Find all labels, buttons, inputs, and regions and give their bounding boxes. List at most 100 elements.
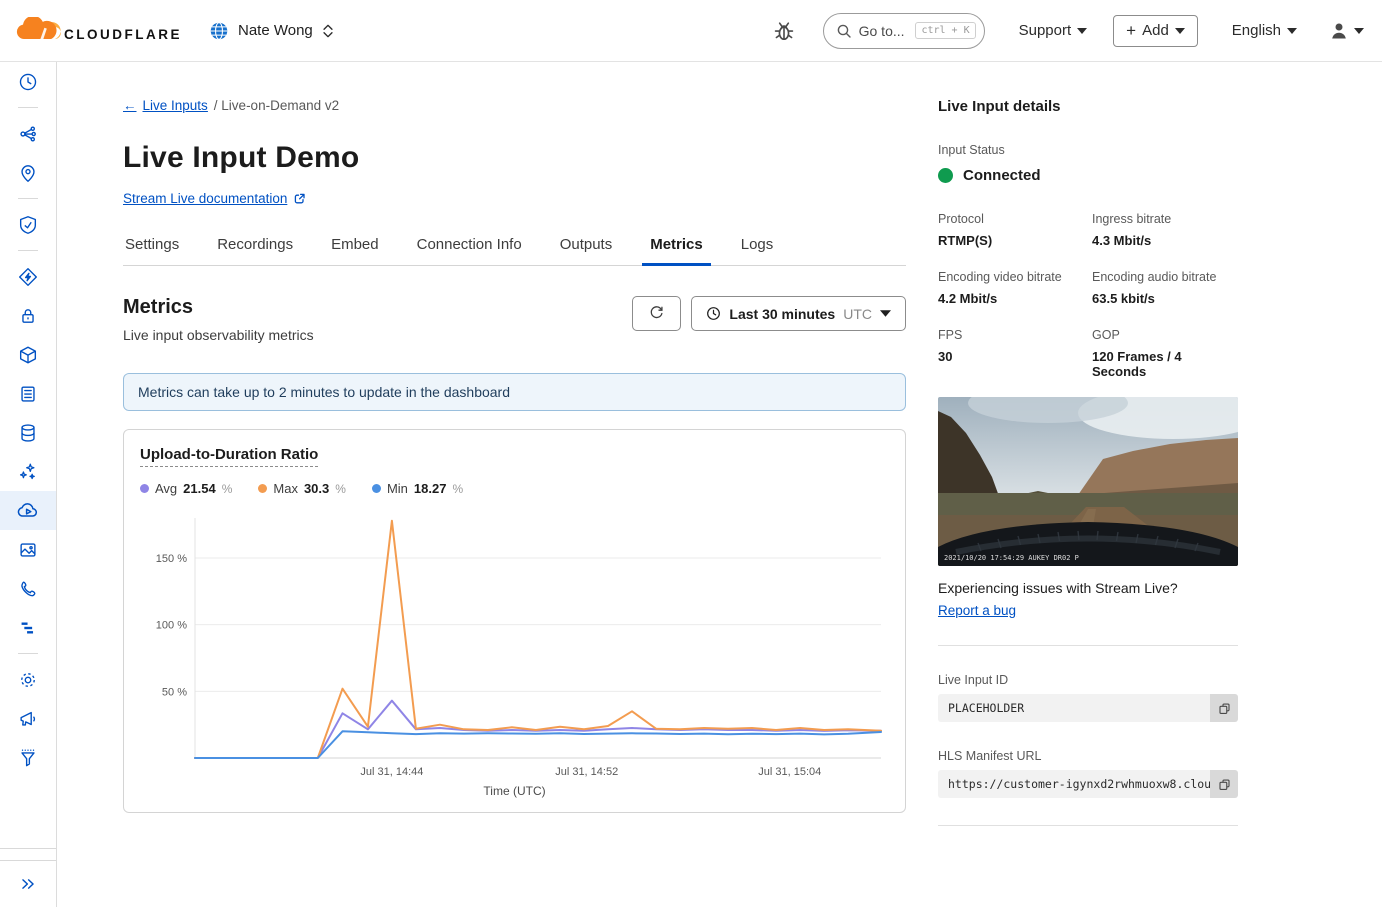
legend-item-max[interactable]: Max 30.3 %	[258, 481, 346, 496]
report-bug-button[interactable]	[771, 17, 797, 45]
breadcrumb: ← Live Inputs / Live-on-Demand v2	[123, 98, 906, 113]
sidebar-collapse-button[interactable]	[0, 861, 56, 907]
sidebar-item-cube[interactable]	[0, 335, 56, 374]
clock-history-icon	[17, 71, 39, 93]
sidebar-item-settings[interactable]	[0, 660, 56, 699]
tab-metrics[interactable]: Metrics	[648, 236, 705, 265]
sidebar-item-lock[interactable]	[0, 296, 56, 335]
legend-dot-min	[372, 484, 381, 493]
upload-duration-ratio-chart[interactable]: 50 %100 %150 %Jul 31, 14:44Jul 31, 14:52…	[140, 506, 889, 778]
sidebar-divider	[18, 250, 38, 251]
nav-sidebar	[0, 62, 57, 907]
external-link-icon	[293, 192, 306, 205]
sidebar-item-clock-history[interactable]	[0, 62, 56, 101]
legend-label: Max	[273, 481, 298, 496]
sidebar-item-calls[interactable]	[0, 569, 56, 608]
live-input-id-label: Live Input ID	[938, 673, 1238, 687]
field-protocol: Protocol RTMP(S)	[938, 212, 1092, 248]
chart-card: Upload-to-Duration Ratio Avg 21.54 % Max…	[123, 429, 906, 813]
sidebar-item-ai[interactable]	[0, 452, 56, 491]
phone-icon	[17, 578, 39, 600]
report-a-bug-link[interactable]: Report a bug	[938, 603, 1016, 618]
field-encoding-video-bitrate: Encoding video bitrate 4.2 Mbit/s	[938, 270, 1092, 306]
breadcrumb-back-link[interactable]: ← Live Inputs	[123, 98, 208, 113]
network-icon	[17, 123, 39, 145]
cloudflare-wordmark: CLOUDFLARE	[64, 27, 182, 45]
bug-icon	[771, 17, 797, 45]
live-input-details-panel: Live Input details Input Status Connecte…	[938, 62, 1238, 907]
metrics-heading: Metrics	[123, 296, 314, 319]
user-menu[interactable]	[1327, 19, 1364, 43]
tab-recordings[interactable]: Recordings	[215, 236, 295, 265]
support-label: Support	[1019, 22, 1072, 39]
sparkles-icon	[17, 461, 39, 483]
sidebar-item-map-pin[interactable]	[0, 153, 56, 192]
chevron-down-icon	[1175, 28, 1185, 34]
chevrons-right-icon	[17, 873, 39, 895]
sidebar-item-images[interactable]	[0, 530, 56, 569]
video-timestamp-overlay: 2021/10/20 17:54:29 AUKEY DR02 P	[944, 554, 1079, 562]
global-search[interactable]: Go to... ctrl + K	[823, 13, 985, 49]
legend-item-min[interactable]: Min 18.27 %	[372, 481, 463, 496]
legend-value: 18.27	[414, 481, 447, 496]
stream-docs-link[interactable]: Stream Live documentation	[123, 191, 287, 206]
sidebar-item-server[interactable]	[0, 374, 56, 413]
refresh-button[interactable]	[632, 296, 681, 331]
banner-text: Metrics can take up to 2 minutes to upda…	[138, 384, 510, 400]
details-grid: Protocol RTMP(S) Ingress bitrate 4.3 Mbi…	[938, 212, 1238, 379]
language-menu[interactable]: English	[1232, 22, 1297, 39]
search-icon	[836, 23, 852, 39]
megaphone-icon	[17, 708, 39, 730]
status-badge: Connected	[963, 167, 1041, 184]
sidebar-divider	[18, 653, 38, 654]
chevron-down-icon	[1354, 28, 1364, 34]
legend-label: Avg	[155, 481, 177, 496]
switch-account-icon	[321, 22, 335, 40]
add-button[interactable]: + Add	[1113, 15, 1198, 47]
tab-logs[interactable]: Logs	[739, 236, 776, 265]
legend-unit: %	[335, 482, 346, 496]
chart-title[interactable]: Upload-to-Duration Ratio	[140, 446, 318, 467]
account-switcher[interactable]: Nate Wong	[208, 20, 335, 42]
lock-icon	[17, 305, 39, 327]
chevron-down-icon	[1287, 28, 1297, 34]
tab-outputs[interactable]: Outputs	[558, 236, 615, 265]
legend-item-avg[interactable]: Avg 21.54 %	[140, 481, 232, 496]
shield-arrow-icon	[17, 214, 39, 236]
sidebar-item-analytics[interactable]	[0, 608, 56, 647]
copy-live-input-id-button[interactable]	[1210, 694, 1238, 722]
sidebar-item-notifications[interactable]	[0, 699, 56, 738]
tab-settings[interactable]: Settings	[123, 236, 181, 265]
stream-cloud-play-icon	[16, 499, 40, 523]
search-shortcut-kbd: ctrl + K	[915, 22, 975, 39]
sidebar-divider	[18, 107, 38, 108]
sidebar-item-zap[interactable]	[0, 257, 56, 296]
map-pin-icon	[17, 162, 39, 184]
add-label: Add	[1142, 22, 1169, 39]
database-icon	[17, 422, 39, 444]
sidebar-item-database[interactable]	[0, 413, 56, 452]
sidebar-item-filter[interactable]	[0, 738, 56, 777]
legend-dot-max	[258, 484, 267, 493]
language-label: English	[1232, 22, 1281, 39]
tab-bar: Settings Recordings Embed Connection Inf…	[123, 236, 906, 266]
support-menu[interactable]: Support	[1019, 22, 1088, 39]
sidebar-divider	[18, 198, 38, 199]
divider	[938, 825, 1238, 826]
field-gop: GOP 120 Frames / 4 Seconds	[1092, 328, 1238, 379]
tab-embed[interactable]: Embed	[329, 236, 381, 265]
sidebar-item-network[interactable]	[0, 114, 56, 153]
sidebar-item-shield[interactable]	[0, 205, 56, 244]
time-range-dropdown[interactable]: Last 30 minutes UTC	[691, 296, 906, 331]
sidebar-bottom-band	[0, 849, 56, 861]
bars-icon	[17, 617, 39, 639]
copy-hls-url-button[interactable]	[1210, 770, 1238, 798]
tab-connection-info[interactable]: Connection Info	[415, 236, 524, 265]
legend-unit: %	[452, 482, 463, 496]
sidebar-item-stream[interactable]	[0, 491, 56, 530]
cloudflare-logo[interactable]: CLOUDFLARE	[14, 17, 182, 45]
x-axis-title: Time (UTC)	[140, 784, 889, 798]
chevron-down-icon	[880, 310, 891, 317]
legend-value: 21.54	[183, 481, 216, 496]
time-range-value: Last 30 minutes	[729, 306, 835, 322]
